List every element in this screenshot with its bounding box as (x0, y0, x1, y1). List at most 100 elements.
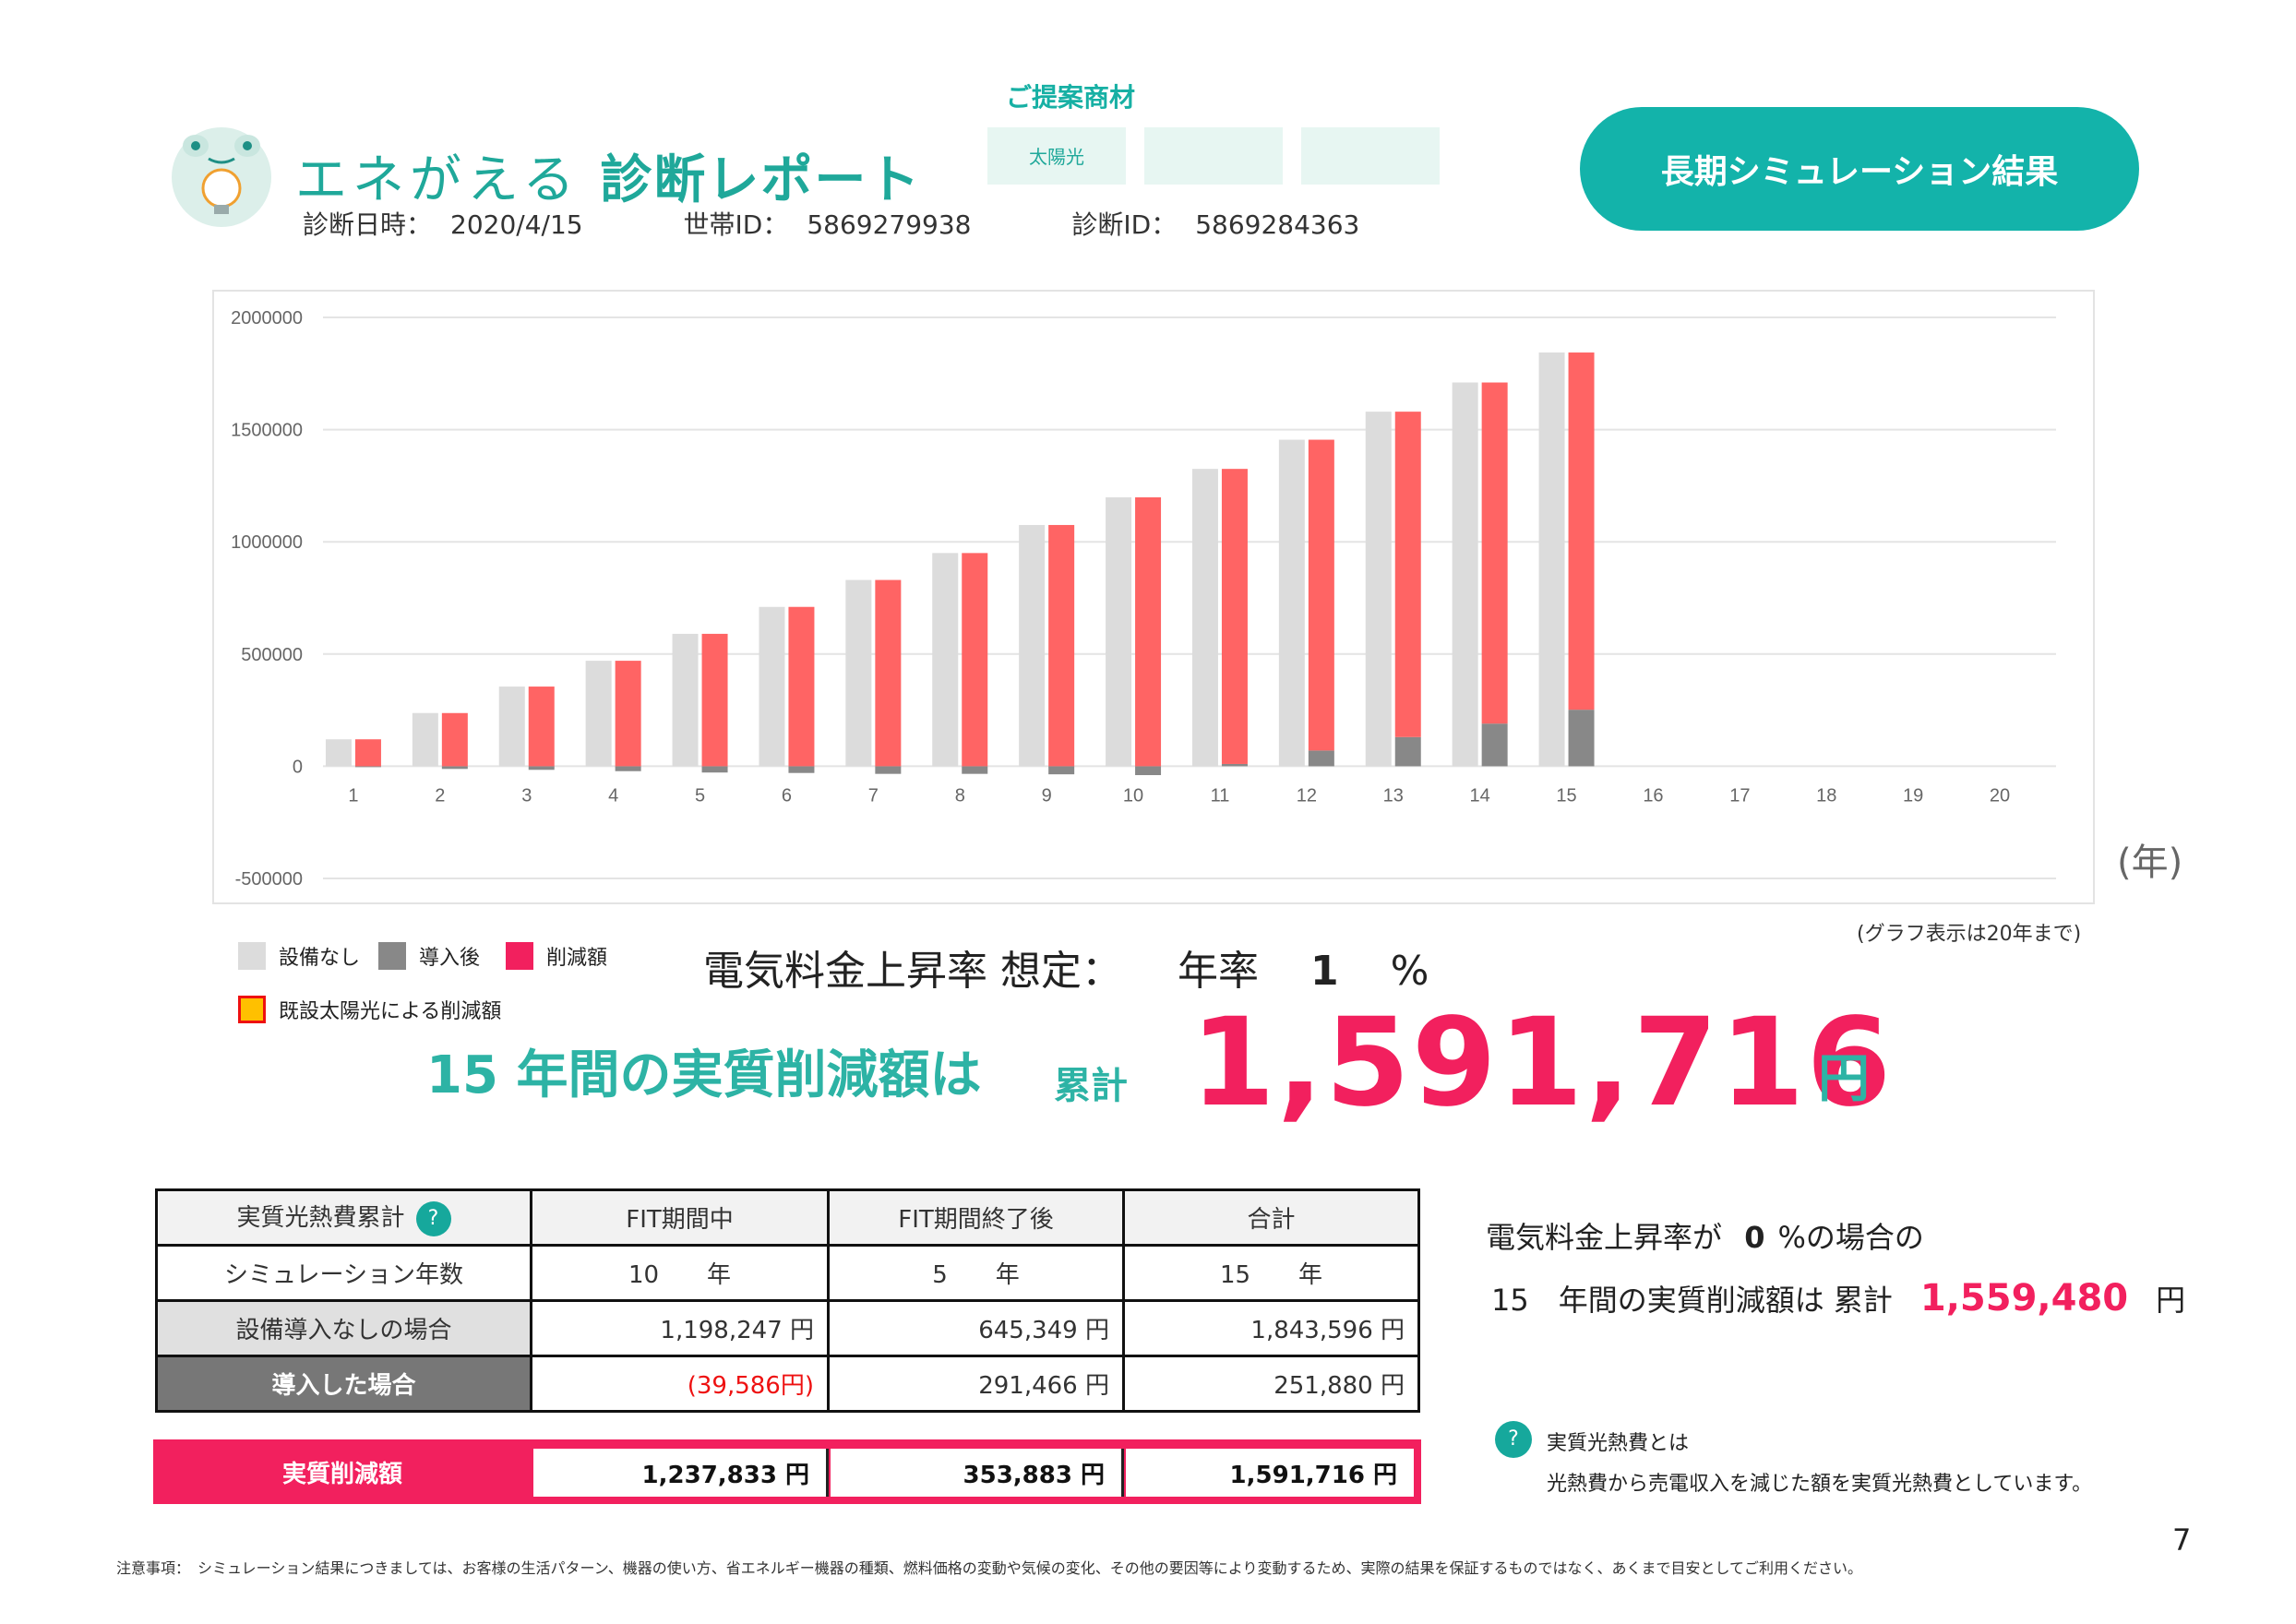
bar-after (1135, 766, 1162, 776)
y-tick-label: 1500000 (231, 421, 303, 441)
bar-after (962, 766, 988, 774)
legend-none: 設備なし (238, 941, 360, 971)
disclaimer: 注意事項： シミュレーション結果につきましては、お客様の生活パターン、機器の使い… (116, 1559, 1863, 1577)
x-tick-label: 15 (1556, 785, 1576, 806)
table-header-row: 実質光熱費累計? FIT期間中 FIT期間終了後 合計 (155, 1188, 1420, 1247)
table-header-cell: 実質光熱費累計? (155, 1188, 532, 1247)
bar-none (1019, 524, 1046, 767)
bar-after (1568, 710, 1595, 767)
legend-reduction: 削減額 (506, 941, 607, 971)
table-cell: 1,198,247 円 (530, 1299, 830, 1357)
bar-reduction (441, 712, 468, 767)
x-tick-label: 16 (1643, 785, 1663, 806)
page-number: 7 (2172, 1522, 2192, 1558)
table-cell: 5 年 (827, 1244, 1125, 1302)
y-tick-label: 0 (293, 757, 303, 777)
table-cell: (39,586円) (530, 1355, 830, 1413)
y-tick-label: 500000 (241, 645, 303, 665)
simulation-badge: 長期シミュレーション結果 (1580, 107, 2139, 231)
total-cell: 1,591,716 円 (1126, 1449, 1414, 1497)
bar-after (1221, 763, 1248, 767)
x-tick-label: 8 (955, 785, 965, 806)
help-icon[interactable]: ? (415, 1200, 451, 1236)
bar-after (615, 766, 641, 771)
legend-swatch (238, 996, 266, 1023)
y-tick-label: 1000000 (231, 532, 303, 553)
table-header-cell: FIT期間終了後 (827, 1188, 1125, 1247)
total-cell: 353,883 円 (831, 1449, 1124, 1497)
result-heading: 15 年間の実質削減額は (426, 1045, 982, 1105)
bar-none (845, 579, 872, 767)
bar-after (1048, 766, 1075, 775)
help-icon[interactable]: ? (1495, 1421, 1532, 1458)
bar-reduction (1568, 352, 1595, 710)
proposal-item-empty (1144, 127, 1283, 185)
bar-after (875, 766, 902, 774)
rate-assumption: 電気料金上昇率 想定： 年率 1% (703, 948, 1429, 995)
x-tick-label: 6 (782, 785, 792, 806)
x-tick-label: 17 (1729, 785, 1750, 806)
bar-reduction (1221, 469, 1248, 764)
x-tick-label: 2 (435, 785, 445, 806)
logo-icon (172, 127, 271, 227)
chart-frame: 2000000 1500000 1000000 500000 0 -500000 1 2 3 4 5… (212, 290, 2095, 904)
brand-title: エネがえる 診断レポート (295, 150, 922, 210)
savings-bar-chart: 2000000150000010000005000000-5000001 2 3 4 5… (231, 308, 2056, 890)
bar-reduction (1048, 524, 1075, 767)
x-axis-unit: (年) (2117, 842, 2183, 884)
bar-reduction (354, 739, 381, 767)
table-row: シミュレーション年数 10 年 5 年 15 年 (155, 1244, 1420, 1302)
zero-rate-result: 15 年間の実質削減額は 累計 1,559,480 円 (1491, 1277, 2186, 1320)
bar-reduction (701, 633, 728, 767)
result-cum-label: 累計 (1054, 1065, 1128, 1107)
x-tick-label: 10 (1123, 785, 1143, 806)
table-cell: 1,843,596 円 (1122, 1299, 1420, 1357)
table-cell: 251,880 円 (1122, 1355, 1420, 1413)
bar-none (498, 687, 525, 767)
x-tick-label: 9 (1042, 785, 1052, 806)
total-cell: 1,237,833 円 (533, 1449, 829, 1497)
table-cell: 645,349 円 (827, 1299, 1125, 1357)
y-tick-label: -500000 (235, 869, 303, 890)
legend-swatch (378, 942, 406, 970)
legend-swatch (238, 942, 266, 970)
bar-none (1106, 496, 1132, 767)
x-tick-label: 12 (1297, 785, 1317, 806)
bar-none (1538, 352, 1565, 767)
help-title: 実質光熱費とは (1547, 1432, 1690, 1455)
bar-reduction (528, 687, 555, 767)
x-tick-label: 13 (1383, 785, 1404, 806)
table-header-cell: FIT期間中 (530, 1188, 830, 1247)
bar-none (1452, 382, 1478, 767)
bar-after (1481, 723, 1508, 767)
x-tick-label: 5 (695, 785, 705, 806)
row-label: 設備導入なしの場合 (155, 1299, 532, 1357)
bar-none (585, 661, 612, 767)
help-text: 光熱費から売電収入を減じた額を実質光熱費としています。 (1547, 1473, 2093, 1496)
table-cell: 10 年 (530, 1244, 830, 1302)
x-tick-label: 14 (1470, 785, 1490, 806)
bar-reduction (1394, 412, 1421, 737)
bar-none (325, 739, 352, 767)
legend-existing: 既設太陽光による削減額 (238, 995, 501, 1024)
x-tick-label: 4 (608, 785, 618, 806)
x-tick-label: 11 (1211, 785, 1230, 806)
result-yen: 円 (1818, 1049, 1870, 1109)
result-total-value: 1,591,716 (1190, 992, 1894, 1134)
proposal-title: ご提案商材 (1006, 82, 1136, 113)
bar-none (412, 712, 438, 767)
row-label: シミュレーション年数 (155, 1244, 532, 1302)
bar-reduction (962, 553, 988, 767)
x-tick-label: 1 (348, 785, 358, 806)
legend-after: 導入後 (378, 941, 480, 971)
bar-reduction (875, 579, 902, 767)
bar-none (759, 606, 785, 767)
y-tick-label: 2000000 (231, 308, 303, 328)
table-cell: 15 年 (1122, 1244, 1420, 1302)
graph-note: (グラフ表示は20年まで) (1857, 923, 2082, 946)
bar-reduction (1308, 439, 1334, 751)
bar-after (528, 766, 555, 770)
bar-after (441, 766, 468, 770)
bar-after (701, 766, 728, 773)
legend-swatch (506, 942, 533, 970)
